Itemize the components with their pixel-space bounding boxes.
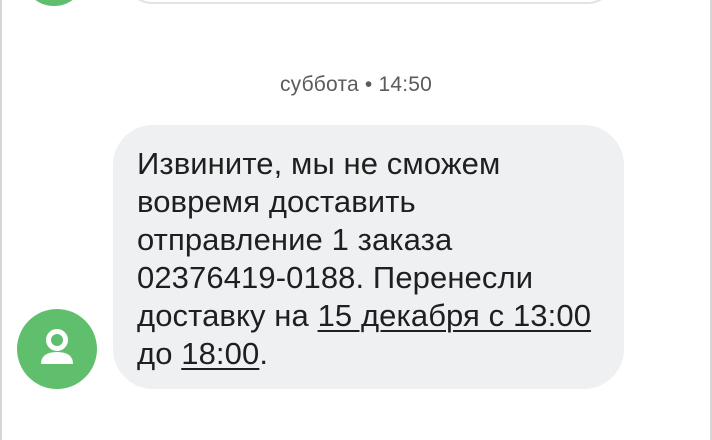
- previous-message-bubble[interactable]: [126, 0, 614, 4]
- message-text-part3: .: [259, 336, 269, 371]
- screen-edge-left: [0, 0, 2, 440]
- message-text-part2: до: [137, 336, 182, 371]
- sender-avatar[interactable]: [17, 309, 97, 389]
- person-icon: [41, 329, 73, 364]
- timestamp-time: 14:50: [378, 73, 433, 96]
- delivery-time-link[interactable]: 18:00: [181, 336, 259, 371]
- message-timestamp: суббота • 14:50: [0, 73, 712, 97]
- message-bubble[interactable]: Извините, мы не сможем вовремя доставить…: [113, 125, 624, 389]
- timestamp-day: суббота: [279, 73, 359, 96]
- previous-sender-avatar[interactable]: [22, 0, 86, 6]
- message-text: Извините, мы не сможем вовремя доставить…: [137, 145, 600, 373]
- timestamp-separator: •: [364, 73, 373, 96]
- delivery-date-link[interactable]: 15 декабря с 13:00: [318, 298, 591, 333]
- conversation-screen: суббота • 14:50 Извините, мы не сможем вов…: [0, 0, 712, 440]
